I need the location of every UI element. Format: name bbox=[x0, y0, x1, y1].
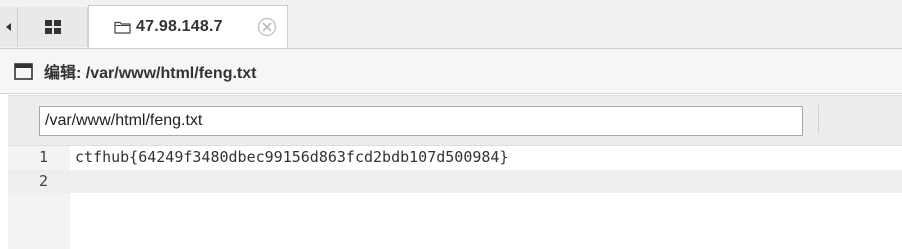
path-input[interactable] bbox=[39, 106, 803, 136]
close-circle-icon[interactable] bbox=[257, 17, 277, 37]
window-icon bbox=[14, 62, 33, 80]
line-text[interactable]: ctfhub{64249f3480dbec99156d863fcd2bdb107… bbox=[75, 146, 508, 169]
toolbar-divider bbox=[818, 105, 819, 133]
tab-site[interactable]: 47.98.148.7 bbox=[88, 5, 288, 48]
line-number: 2 bbox=[38, 172, 48, 190]
tab-bar: 47.98.148.7 bbox=[0, 0, 902, 49]
tab-site-title: 47.98.148.7 bbox=[136, 18, 223, 35]
panel-header: 编辑: /var/www/html/feng.txt bbox=[0, 49, 902, 94]
path-toolbar bbox=[8, 95, 902, 146]
panel-title: 编辑: /var/www/html/feng.txt bbox=[44, 65, 257, 82]
code-editor[interactable]: 1 ctfhub{64249f3480dbec99156d863fcd2bdb1… bbox=[8, 146, 902, 249]
folder-icon bbox=[114, 21, 131, 34]
editor-line-active[interactable]: 2 bbox=[8, 170, 902, 193]
tab-scroll-left-button[interactable] bbox=[0, 7, 18, 47]
grid-icon bbox=[44, 20, 61, 34]
editor-line[interactable]: 1 ctfhub{64249f3480dbec99156d863fcd2bdb1… bbox=[8, 146, 902, 169]
file-editor-window: 47.98.148.7 编辑: /var/www/html/feng.txt 1… bbox=[0, 0, 902, 249]
line-number: 1 bbox=[38, 148, 48, 166]
caret-left-icon bbox=[6, 23, 11, 31]
tab-home-grid[interactable] bbox=[18, 7, 88, 47]
